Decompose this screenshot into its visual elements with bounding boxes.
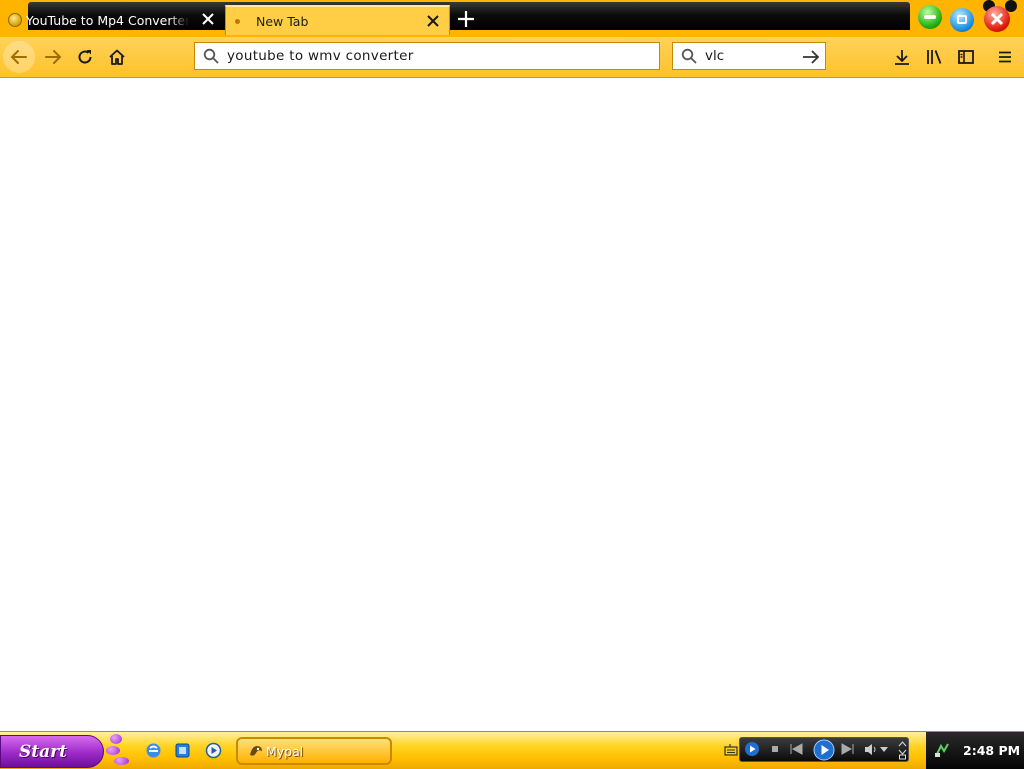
- start-label: Start: [19, 741, 67, 762]
- taskbar-item-mypal[interactable]: Mypal: [236, 737, 392, 765]
- previous-track-icon[interactable]: [788, 743, 804, 755]
- page-content: [0, 78, 1024, 731]
- search-input[interactable]: [705, 48, 795, 64]
- hamburger-menu-icon: [999, 51, 1011, 63]
- sidebar-icon: [958, 50, 974, 64]
- maximize-button[interactable]: [950, 8, 974, 32]
- close-window-button[interactable]: [984, 6, 1010, 32]
- start-button[interactable]: Start: [0, 735, 104, 768]
- address-input[interactable]: [227, 48, 647, 64]
- internet-explorer-icon[interactable]: [145, 742, 162, 759]
- close-tab-icon[interactable]: [425, 13, 441, 29]
- forward-arrow-icon: [45, 50, 62, 64]
- downloads-button[interactable]: [886, 41, 918, 73]
- mypal-app-icon: [250, 746, 262, 756]
- reload-icon: [78, 50, 92, 64]
- show-desktop-icon[interactable]: [174, 742, 191, 759]
- menu-button[interactable]: [989, 41, 1021, 73]
- search-icon: [203, 48, 219, 64]
- stop-icon[interactable]: [770, 744, 780, 754]
- library-button[interactable]: [918, 41, 950, 73]
- close-icon: [990, 12, 1004, 26]
- tab-title: New Tab: [256, 13, 309, 29]
- download-icon: [895, 50, 909, 65]
- forward-button[interactable]: [37, 41, 69, 73]
- tab-youtube-converter[interactable]: YouTube to Mp4 Converter Y: [4, 5, 224, 35]
- home-icon: [109, 49, 125, 65]
- network-icon[interactable]: [934, 742, 950, 758]
- search-icon: [681, 48, 697, 64]
- loading-dot-icon: [235, 18, 240, 24]
- download-favicon-icon: [8, 13, 22, 27]
- tab-title: YouTube to Mp4 Converter Y: [26, 12, 189, 28]
- close-tab-icon[interactable]: [200, 11, 216, 27]
- back-button[interactable]: [3, 41, 35, 73]
- tab-new-tab[interactable]: New Tab: [225, 5, 450, 35]
- clock[interactable]: 2:48 PM: [963, 743, 1020, 758]
- taskbar-item-label: Mypal: [266, 743, 304, 759]
- keyboard-language-icon[interactable]: [724, 743, 738, 757]
- media-player-icon[interactable]: [205, 742, 222, 759]
- media-restore-icon[interactable]: [898, 740, 907, 760]
- volume-dropdown-icon[interactable]: [880, 747, 888, 753]
- media-player-toolbar: [739, 737, 909, 762]
- next-track-icon[interactable]: [840, 743, 856, 755]
- new-tab-plus-icon[interactable]: [456, 9, 476, 29]
- back-arrow-icon: [10, 50, 27, 64]
- play-icon[interactable]: [813, 739, 835, 761]
- media-app-icon[interactable]: [744, 741, 760, 757]
- tab-strip: YouTube to Mp4 Converter Y New Tab: [0, 0, 1024, 37]
- minimize-button[interactable]: [918, 5, 942, 29]
- navigation-toolbar: [0, 37, 1024, 78]
- search-bar[interactable]: [672, 42, 826, 70]
- library-icon: [927, 50, 942, 64]
- volume-icon[interactable]: [864, 743, 878, 756]
- home-button[interactable]: [101, 41, 133, 73]
- reload-button[interactable]: [69, 41, 101, 73]
- taskbar: Start Mypal 2:48 PM: [0, 731, 1024, 769]
- search-go-arrow-icon[interactable]: [801, 47, 821, 67]
- sidebar-button[interactable]: [950, 41, 982, 73]
- address-bar[interactable]: [194, 42, 660, 70]
